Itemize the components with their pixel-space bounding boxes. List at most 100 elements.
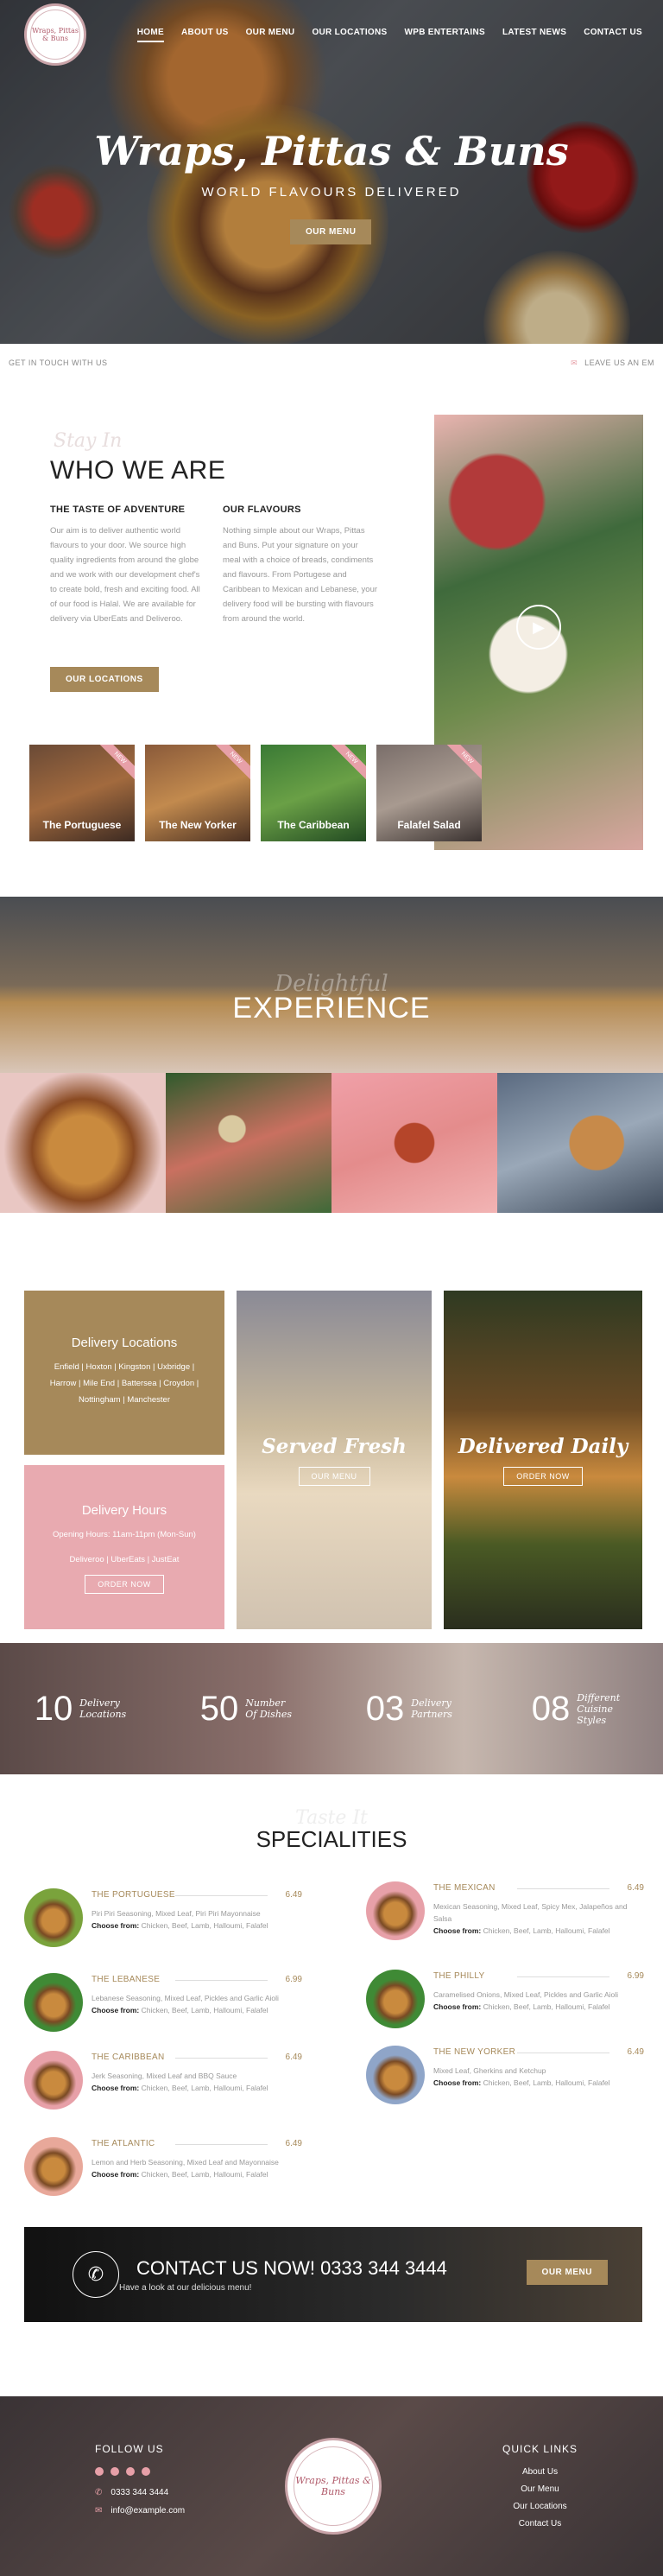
new-ribbon: NEW [95, 745, 135, 784]
speciality-item[interactable]: THE PORTUGUESE 6.49 Piri Piri Seasoning, M… [24, 1885, 302, 1947]
footer-link-our-menu[interactable]: Our Menu [502, 2484, 578, 2494]
nav-wpb-entertains[interactable]: WPB ENTERTAINS [404, 28, 484, 42]
order-now-button[interactable]: ORDER NOW [85, 1575, 164, 1594]
speciality-price: 6.49 [285, 2053, 302, 2062]
ticker-left-text: GET IN TOUCH WITH US [9, 358, 108, 367]
section-script-heading: Stay In [54, 430, 123, 452]
column-text: Nothing simple about our Wraps, Pittas a… [223, 526, 378, 624]
speciality-price: 6.99 [627, 1971, 644, 1981]
speciality-choose: Choose from: Chicken, Beef, Lamb, Hallou… [433, 1926, 610, 1935]
who-title: WHO WE ARE [50, 456, 226, 485]
hero-menu-button[interactable]: OUR MENU [290, 219, 372, 244]
delivered-daily-card[interactable]: Delivered Daily ORDER NOW [444, 1291, 642, 1629]
footer-logo-text: Wraps, Pittas & Buns [294, 2446, 373, 2526]
speciality-thumb [366, 1881, 425, 1940]
delivery-hours-title: Delivery Hours [81, 1503, 167, 1518]
logo-text: Wraps, Pittas & Buns [30, 10, 80, 60]
served-fresh-card[interactable]: Served Fresh OUR MENU [237, 1291, 432, 1629]
nav-our-locations[interactable]: OUR LOCATIONS [312, 28, 387, 42]
contact-section: ✆ CONTACT US NOW! 0333 344 3444 Have a l… [0, 2224, 663, 2396]
dotted-divider [517, 1976, 609, 1977]
choose-options: Chicken, Beef, Lamb, Halloumi, Falafel [141, 2084, 268, 2092]
dotted-divider [175, 2058, 268, 2059]
ticker-right-text: LEAVE US AN EM [584, 358, 654, 367]
speciality-name: THE MEXICAN [433, 1883, 496, 1893]
speciality-price: 6.49 [285, 2139, 302, 2148]
stat-item: 08 Different Cuisine Styles [497, 1690, 663, 1729]
nav-about-us[interactable]: ABOUT US [181, 28, 229, 42]
speciality-description: Jerk Seasoning, Mixed Leaf and BBQ Sauce [92, 2072, 237, 2080]
menu-card-label: Falafel Salad [397, 819, 461, 831]
served-fresh-title: Served Fresh [262, 1434, 407, 1458]
nav-contact-us[interactable]: CONTACT US [584, 28, 642, 42]
speciality-item[interactable]: THE PHILLY 6.99 Caramelised Onions, Mixed … [366, 1966, 644, 2028]
stat-label: Delivery Locations [79, 1697, 127, 1720]
nav-home[interactable]: HOME [136, 28, 164, 42]
menu-card[interactable]: NEW The Caribbean [261, 745, 366, 841]
play-icon[interactable]: ▶ [516, 605, 561, 650]
menu-card[interactable]: NEW The New Yorker [145, 745, 250, 841]
new-ribbon: NEW [211, 745, 250, 784]
footer-quick-links: QUICK LINKS About Us Our Menu Our Locati… [502, 2443, 578, 2528]
footer-email[interactable]: ✉ info@example.com [95, 2506, 233, 2516]
menu-card[interactable]: NEW The Portuguese [29, 745, 135, 841]
order-now-button[interactable]: ORDER NOW [503, 1466, 583, 1486]
speciality-description: Mixed Leaf, Gherkins and Ketchup [433, 2066, 546, 2075]
footer-phone[interactable]: ✆ 0333 344 3444 [95, 2488, 233, 2497]
menu-card[interactable]: NEW Falafel Salad [376, 745, 482, 841]
our-locations-button[interactable]: OUR LOCATIONS [50, 667, 159, 692]
quick-links-heading: QUICK LINKS [502, 2443, 578, 2455]
speciality-item[interactable]: THE CARIBBEAN 6.49 Jerk Seasoning, Mixed L… [24, 2047, 302, 2110]
speciality-price: 6.99 [285, 1975, 302, 1984]
menu-card-label: The Caribbean [277, 819, 350, 831]
youtube-icon[interactable] [142, 2467, 150, 2476]
ticker-bar: GET IN TOUCH WITH US ✉ LEAVE US AN EM [0, 344, 663, 382]
dotted-divider [175, 2144, 268, 2145]
speciality-choose: Choose from: Chicken, Beef, Lamb, Hallou… [92, 2084, 268, 2092]
who-we-are-section: Stay In WHO WE ARE THE TASTE OF ADVENTUR… [0, 382, 663, 897]
stat-label: Number Of Dishes [245, 1697, 293, 1720]
speciality-choose: Choose from: Chicken, Beef, Lamb, Hallou… [433, 2002, 610, 2011]
delivery-locations-title: Delivery Locations [71, 1336, 178, 1350]
phone-icon[interactable]: ✆ [73, 2251, 119, 2298]
our-menu-button[interactable]: OUR MENU [298, 1466, 370, 1486]
speciality-item[interactable]: THE ATLANTIC 6.49 Lemon and Herb Seasoning… [24, 2134, 302, 2196]
footer-link-about-us[interactable]: About Us [502, 2467, 578, 2477]
site-logo[interactable]: Wraps, Pittas & Buns [24, 3, 86, 66]
footer-link-contact-us[interactable]: Contact Us [502, 2519, 578, 2528]
delivery-locations-box: Delivery Locations Enfield | Hoxton | Ki… [24, 1291, 224, 1455]
ticker-right[interactable]: ✉ LEAVE US AN EM [571, 358, 654, 368]
speciality-item[interactable]: THE NEW YORKER 6.49 Mixed Leaf, Gherkins a… [366, 2042, 644, 2104]
footer-link-our-locations[interactable]: Our Locations [502, 2502, 578, 2511]
facebook-icon[interactable] [95, 2467, 104, 2476]
speciality-name: THE PORTUGUESE [92, 1890, 175, 1900]
choose-label: Choose from: [433, 2078, 482, 2087]
nav-latest-news[interactable]: LATEST NEWS [502, 28, 566, 42]
speciality-thumb [24, 1888, 83, 1947]
delivery-partners-text: Deliveroo | UberEats | JustEat [69, 1555, 180, 1564]
stats-band: 10 Delivery Locations 50 Number Of Dishe… [0, 1643, 663, 1774]
gallery-image[interactable] [332, 1073, 497, 1213]
choose-options: Chicken, Beef, Lamb, Halloumi, Falafel [141, 2006, 268, 2014]
footer-logo[interactable]: Wraps, Pittas & Buns [285, 2438, 382, 2535]
about-column-1: THE TASTE OF ADVENTURE Our aim is to del… [50, 504, 205, 626]
gallery-image[interactable] [497, 1073, 663, 1213]
dotted-divider [175, 1980, 268, 1981]
stat-item: 50 Number Of Dishes [166, 1690, 332, 1729]
speciality-item[interactable]: THE MEXICAN 6.49 Mexican Seasoning, Mixed … [366, 1878, 644, 1940]
gallery-image[interactable] [166, 1073, 332, 1213]
about-column-2: OUR FLAVOURS Nothing simple about our Wr… [223, 504, 378, 626]
column-heading: THE TASTE OF ADVENTURE [50, 504, 186, 515]
speciality-item[interactable]: THE LEBANESE 6.99 Lebanese Seasoning, Mixe… [24, 1970, 302, 2032]
nav-our-menu[interactable]: OUR MENU [246, 28, 295, 42]
stat-number: 08 [531, 1689, 571, 1728]
instagram-icon[interactable] [110, 2467, 119, 2476]
choose-label: Choose from: [92, 2084, 140, 2092]
speciality-choose: Choose from: Chicken, Beef, Lamb, Hallou… [92, 2006, 268, 2014]
contact-menu-button[interactable]: OUR MENU [526, 2260, 608, 2285]
gallery-image[interactable] [0, 1073, 166, 1213]
stat-item: 03 Delivery Partners [332, 1690, 497, 1729]
twitter-icon[interactable] [126, 2467, 135, 2476]
dotted-divider [175, 1895, 268, 1896]
stat-item: 10 Delivery Locations [0, 1690, 166, 1729]
